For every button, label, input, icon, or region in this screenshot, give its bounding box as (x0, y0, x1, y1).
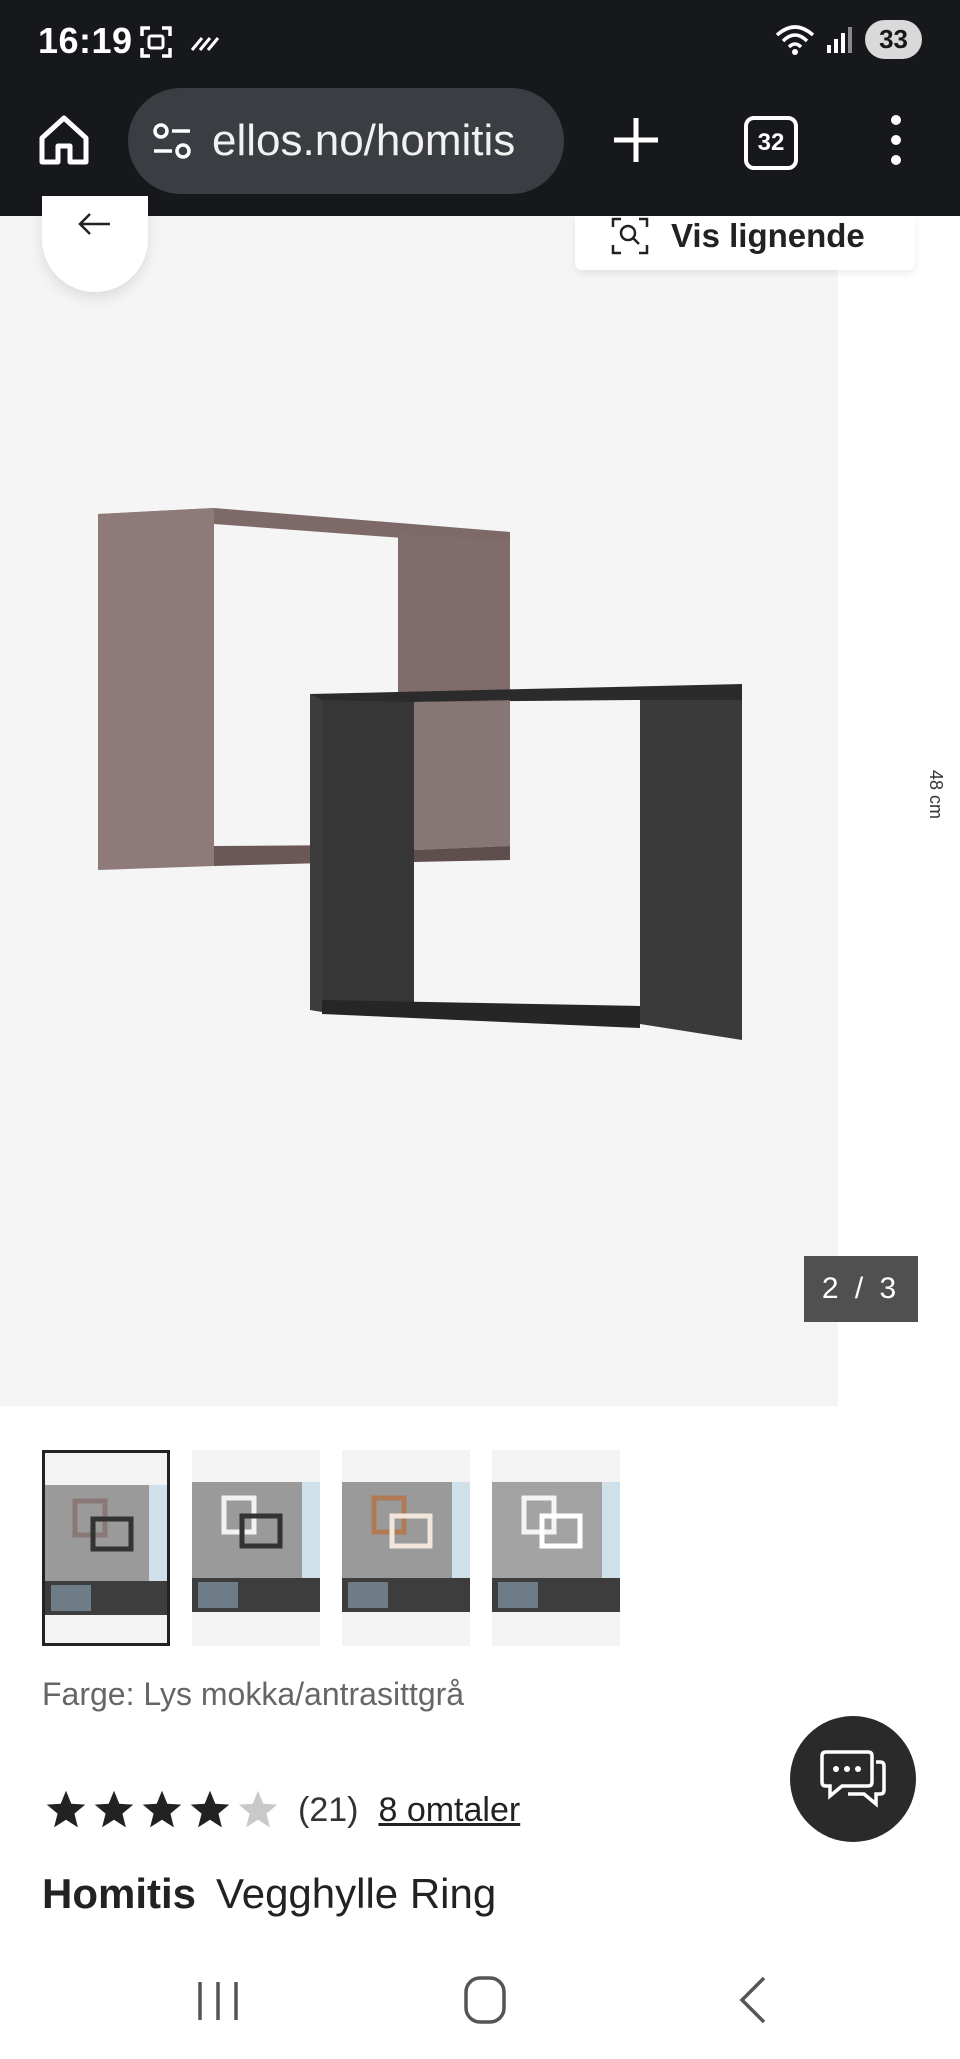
thumbnail-white-white[interactable] (492, 1450, 620, 1646)
product-name: Vegghylle Ring (216, 1870, 497, 1917)
site-settings-icon[interactable] (150, 119, 194, 163)
product-brand[interactable]: Homitis (42, 1870, 196, 1917)
visual-search-icon (611, 217, 649, 255)
star-filled-icon (190, 1790, 230, 1828)
thumbnail-mokka-antrasitt[interactable] (42, 1450, 170, 1646)
wall-shelf-illustration (98, 508, 742, 1040)
home-nav-icon[interactable] (462, 1974, 508, 2026)
tab-switcher-button[interactable]: 32 (744, 116, 798, 170)
thumbnail-oak-white[interactable] (342, 1450, 470, 1646)
chat-button[interactable] (790, 1716, 916, 1842)
system-navigation-bar (0, 1950, 960, 2059)
show-similar-button[interactable]: Vis lignende (575, 216, 915, 270)
signal-icon (827, 26, 853, 53)
battery-indicator: 33 (865, 20, 922, 59)
address-bar[interactable]: ellos.no/homitis (128, 88, 564, 194)
image-counter: 2 / 3 (804, 1256, 918, 1322)
url-text: ellos.no/homitis (212, 116, 516, 165)
status-right: 33 (775, 20, 922, 59)
thumbnail-strip (42, 1450, 620, 1646)
status-notification-icons (138, 24, 222, 60)
chat-icon (820, 1750, 886, 1808)
star-filled-icon (94, 1790, 134, 1828)
arrow-left-icon (78, 213, 110, 235)
star-filled-icon (46, 1790, 86, 1828)
more-menu-icon[interactable] (878, 112, 914, 168)
rating-count: (21) (298, 1790, 359, 1829)
new-tab-icon[interactable] (608, 112, 664, 168)
home-icon[interactable] (36, 112, 92, 168)
product-rating[interactable]: (21) 8 omtaler (44, 1788, 520, 1832)
star-filled-icon (142, 1790, 182, 1828)
screenshot-icon (140, 26, 172, 58)
product-image[interactable] (0, 216, 838, 1406)
browser-chrome: 16:19 33 ellos.no/homitis 32 (0, 0, 960, 216)
sync-icon (190, 37, 220, 51)
status-time: 16:19 (38, 20, 133, 61)
recent-apps-icon[interactable] (196, 1978, 240, 2024)
reviews-link[interactable]: 8 omtaler (378, 1791, 520, 1830)
thumbnail-white-antrasitt[interactable] (192, 1450, 320, 1646)
product-title: Homitis Vegghylle Ring (42, 1870, 496, 1918)
star-empty-icon (238, 1790, 278, 1828)
wifi-icon (775, 24, 815, 55)
show-similar-label: Vis lignende (671, 217, 865, 254)
back-nav-icon[interactable] (736, 1974, 770, 2026)
dimension-label: 48 cm (926, 770, 946, 820)
selected-color-label: Farge: Lys mokka/antrasittgrå (42, 1676, 465, 1712)
